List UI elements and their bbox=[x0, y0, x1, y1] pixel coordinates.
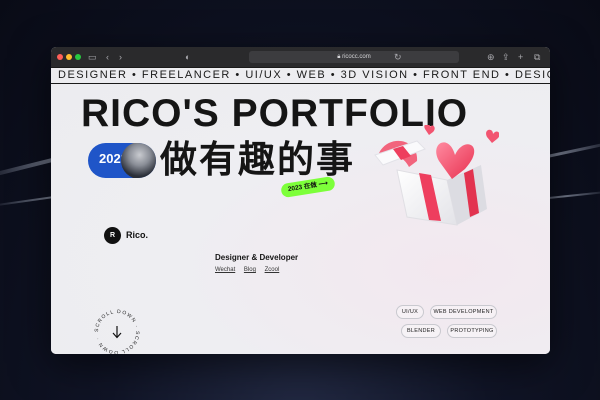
lock-icon: 🔒︎ bbox=[337, 54, 341, 60]
marquee-text: DESIGNER • FREELANCER • UI/UX • WEB • 3D… bbox=[58, 69, 550, 81]
year-pill: 2023 bbox=[88, 143, 156, 178]
shield-icon[interactable]: ◐ bbox=[185, 51, 190, 63]
download-icon[interactable]: ⊕ bbox=[487, 51, 495, 63]
forward-arrow-icon[interactable]: › bbox=[119, 51, 122, 63]
role-heading: Designer & Developer bbox=[215, 253, 299, 262]
wechat-link[interactable]: Wechat bbox=[215, 267, 235, 273]
reload-icon[interactable]: ↻ bbox=[394, 51, 402, 63]
new-tab-icon[interactable]: + bbox=[518, 51, 523, 63]
url-text: ricocc.com bbox=[342, 54, 371, 60]
scroll-down-button[interactable]: SCROLL DOWN · SCROLL DOWN · bbox=[92, 307, 142, 354]
minimize-window-button[interactable] bbox=[66, 54, 72, 60]
backdrop: ▭ ‹ › ◐ 🔒︎ ricocc.com ↻ ⊕ ⇪ + ⧉ DESIGNER… bbox=[0, 0, 600, 400]
sidebar-toggle-icon[interactable]: ▭ bbox=[88, 51, 97, 63]
social-links: Wechat Blog Zcool bbox=[215, 267, 286, 273]
brand-name: Rico. bbox=[126, 230, 149, 240]
skill-chip-prototyping[interactable]: PROTOTYPING bbox=[447, 324, 497, 338]
zcool-link[interactable]: Zcool bbox=[265, 267, 280, 273]
portfolio-page: DESIGNER • FREELANCER • UI/UX • WEB • 3D… bbox=[51, 67, 550, 354]
skill-chip-blender[interactable]: BLENDER bbox=[401, 324, 441, 338]
tabs-overview-icon[interactable]: ⧉ bbox=[534, 51, 540, 63]
down-arrow-icon bbox=[112, 326, 122, 339]
address-bar[interactable]: 🔒︎ ricocc.com bbox=[249, 51, 459, 63]
browser-window: ▭ ‹ › ◐ 🔒︎ ricocc.com ↻ ⊕ ⇪ + ⧉ DESIGNER… bbox=[51, 47, 550, 354]
gift-box-illustration bbox=[374, 125, 499, 226]
avatar bbox=[121, 143, 156, 178]
back-arrow-icon[interactable]: ‹ bbox=[106, 51, 109, 63]
skill-chip-web-development[interactable]: WEB DEVELOPMENT bbox=[430, 305, 497, 319]
share-icon[interactable]: ⇪ bbox=[502, 51, 510, 63]
subtitle-chinese: 做有趣的事 bbox=[160, 139, 355, 180]
rico-logo[interactable]: R bbox=[104, 227, 121, 244]
blog-link[interactable]: Blog bbox=[244, 267, 256, 273]
close-window-button[interactable] bbox=[57, 54, 63, 60]
skill-chip-uiux[interactable]: UI/UX bbox=[396, 305, 424, 319]
marquee-banner: DESIGNER • FREELANCER • UI/UX • WEB • 3D… bbox=[51, 67, 550, 84]
browser-toolbar: ▭ ‹ › ◐ 🔒︎ ricocc.com ↻ ⊕ ⇪ + ⧉ bbox=[51, 47, 550, 67]
maximize-window-button[interactable] bbox=[75, 54, 81, 60]
